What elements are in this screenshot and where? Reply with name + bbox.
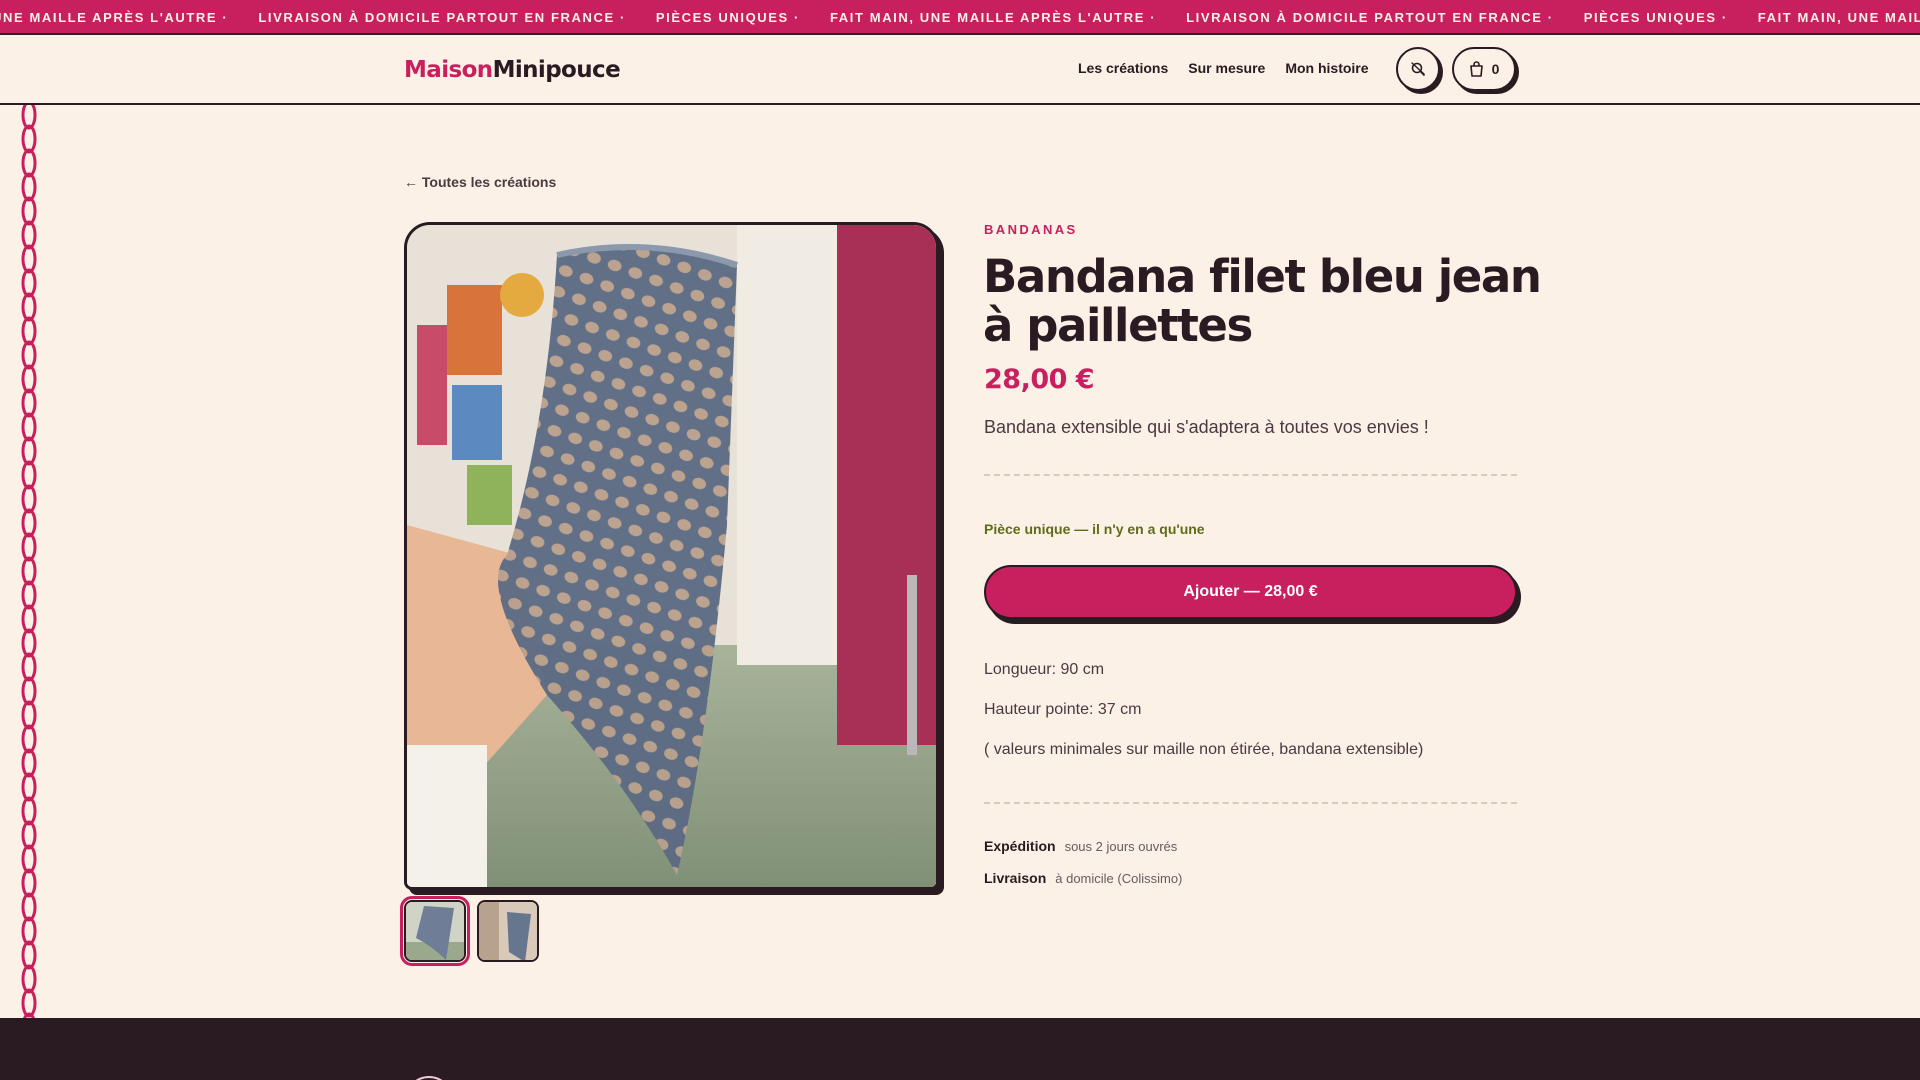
chain-link: [21, 628, 37, 658]
chain-link: [21, 844, 37, 874]
chain-link: [21, 988, 37, 1018]
product-thumbnail-2[interactable]: [477, 900, 539, 962]
chain-link: [21, 652, 37, 682]
marquee-item: FAIT MAIN, UNE MAILLE: [1757, 10, 1920, 25]
product-short-description: Bandana extensible qui s'adaptera à tout…: [984, 417, 1429, 437]
chain-link: [21, 412, 37, 442]
chain-link: [21, 892, 37, 922]
cart-count: 0: [1491, 61, 1500, 77]
spec-length: Longueur: 90 cm: [984, 661, 1105, 678]
chain-link: [21, 292, 37, 322]
chain-link: [21, 508, 37, 538]
add-to-cart-button[interactable]: Ajouter — 28,00 €: [984, 565, 1517, 619]
chain-link: [21, 724, 37, 754]
nav-item-mon-histoire[interactable]: Mon histoire: [1285, 60, 1368, 76]
chain-link: [21, 700, 37, 730]
search-button[interactable]: [1396, 47, 1440, 91]
product-photo-illustration: [407, 225, 936, 887]
chain-link: [21, 676, 37, 706]
marquee-item: UNE MAILLE APRÈS L'AUTRE ·: [0, 10, 229, 25]
chain-link: [21, 556, 37, 586]
chain-link: [21, 484, 37, 514]
marquee-track: UNE MAILLE APRÈS L'AUTRE · LIVRAISON À D…: [0, 0, 1920, 33]
shipping-value: sous 2 jours ouvrés: [1064, 839, 1178, 854]
search-off-icon: [1411, 62, 1425, 76]
divider: [984, 474, 1517, 476]
delivery-label: Livraison: [984, 870, 1047, 886]
site-header: MaisonMinipouce Les créations Sur mesure…: [0, 35, 1920, 105]
chain-link: [21, 460, 37, 490]
shipping-label: Expédition: [984, 838, 1056, 854]
chain-link: [21, 796, 37, 826]
marquee-item: LIVRAISON À DOMICILE PARTOUT EN FRANCE ·: [1186, 10, 1554, 25]
chain-link: [21, 820, 37, 850]
product-thumbnail-1[interactable]: [400, 896, 470, 966]
chain-link: [21, 340, 37, 370]
chain-link: [21, 916, 37, 946]
chain-link: [21, 172, 37, 202]
product-title: Bandana filet bleu jean à paillettes: [983, 250, 1542, 352]
shipping-info-row: Expédition sous 2 jours ouvrés: [984, 838, 1177, 854]
chain-link: [21, 364, 37, 394]
chain-link: [21, 388, 37, 418]
chain-link: [21, 604, 37, 634]
back-to-creations-link[interactable]: ← Toutes les créations: [404, 174, 556, 190]
chain-link: [21, 220, 37, 250]
shopping-bag-icon: [1469, 61, 1483, 77]
marquee-item: LIVRAISON À DOMICILE PARTOUT EN FRANCE ·: [258, 10, 626, 25]
chain-link: [21, 244, 37, 274]
nav-item-creations[interactable]: Les créations: [1078, 60, 1168, 76]
thumbnail-image: [406, 902, 464, 960]
cart-button[interactable]: 0: [1452, 47, 1516, 91]
chain-link: [21, 532, 37, 562]
site-footer: [0, 1018, 1920, 1080]
spec-note: ( valeurs minimales sur maille non étiré…: [984, 741, 1424, 758]
chain-link: [21, 580, 37, 610]
delivery-info-row: Livraison à domicile (Colissimo): [984, 870, 1182, 886]
marquee-item: FAIT MAIN, UNE MAILLE APRÈS L'AUTRE ·: [829, 10, 1157, 25]
chain-link: [21, 196, 37, 226]
spec-point-height: Hauteur pointe: 37 cm: [984, 701, 1142, 718]
product-price: 28,00 €: [984, 364, 1095, 395]
chain-link: [21, 940, 37, 970]
logo-part-minipouce: Minipouce: [492, 57, 621, 83]
stock-status-note: Pièce unique — il n'y en a qu'une: [984, 521, 1205, 537]
thumbnail-image: [479, 902, 537, 960]
footer-badge: [405, 1076, 453, 1080]
chain-link: [21, 268, 37, 298]
marquee-item: PIÈCES UNIQUES ·: [1583, 10, 1728, 25]
nav-item-sur-mesure[interactable]: Sur mesure: [1188, 60, 1265, 76]
chain-link: [21, 148, 37, 178]
site-logo[interactable]: MaisonMinipouce: [404, 57, 621, 83]
chain-link: [21, 868, 37, 898]
marquee-item: PIÈCES UNIQUES ·: [655, 10, 800, 25]
main-nav: Les créations Sur mesure Mon histoire: [1078, 60, 1369, 76]
delivery-value: à domicile (Colissimo): [1055, 871, 1183, 886]
chain-link: [21, 964, 37, 994]
product-main-image: [404, 222, 939, 890]
chain-link: [21, 772, 37, 802]
crochet-chain-decoration: [21, 105, 37, 1065]
announcement-marquee: UNE MAILLE APRÈS L'AUTRE · LIVRAISON À D…: [0, 0, 1920, 35]
product-category: BANDANAS: [984, 222, 1078, 237]
chain-link: [21, 436, 37, 466]
logo-part-maison: Maison: [404, 57, 493, 83]
chain-link: [21, 748, 37, 778]
chain-link: [21, 124, 37, 154]
chain-link: [21, 316, 37, 346]
divider: [984, 802, 1517, 804]
